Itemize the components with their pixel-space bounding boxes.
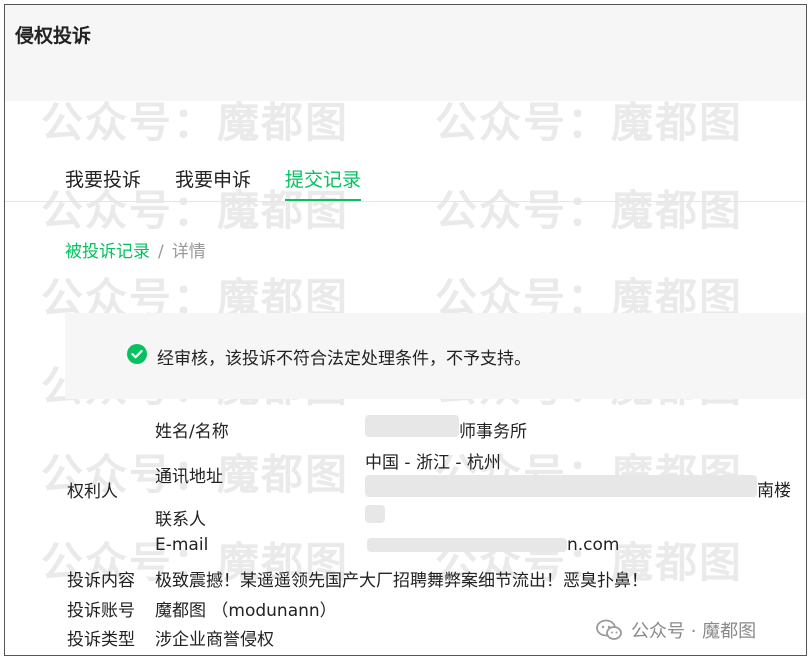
tab-divider bbox=[5, 201, 806, 202]
address-label: 通讯地址 bbox=[155, 467, 223, 487]
page-title: 侵权投诉 bbox=[15, 25, 92, 47]
wechat-icon bbox=[596, 619, 622, 640]
name-value: 师事务所 bbox=[459, 422, 527, 442]
redacted-address bbox=[365, 475, 757, 497]
tab-submission-records[interactable]: 提交记录 bbox=[285, 165, 362, 202]
redacted-name bbox=[365, 415, 459, 437]
tab-label: 提交记录 bbox=[285, 169, 362, 191]
title-bar: 侵权投诉 bbox=[5, 5, 806, 101]
complaint-account-value: 魔都图 （modunann） bbox=[155, 601, 337, 621]
complaint-content-value: 极致震撼！某遥遥领先国产大厂招聘舞弊案细节流出！恶臭扑鼻！ bbox=[155, 571, 648, 591]
brand-text: 公众号 · 魔都图 bbox=[631, 621, 757, 642]
brand-watermark: 公众号 · 魔都图 bbox=[595, 617, 756, 643]
rights-holder-label: 权利人 bbox=[67, 482, 118, 502]
complaint-account-label: 投诉账号 bbox=[67, 601, 135, 621]
name-label: 姓名/名称 bbox=[155, 422, 229, 442]
breadcrumb: 被投诉记录 / 详情 bbox=[65, 237, 206, 262]
breadcrumb-current: 详情 bbox=[171, 242, 206, 262]
complaint-content-label: 投诉内容 bbox=[67, 571, 135, 591]
breadcrumb-link[interactable]: 被投诉记录 bbox=[65, 242, 150, 262]
check-circle-icon bbox=[127, 344, 147, 364]
redacted-email bbox=[367, 538, 567, 552]
breadcrumb-separator: / bbox=[158, 242, 164, 262]
tab-file-appeal[interactable]: 我要申诉 bbox=[175, 165, 251, 192]
contact-label: 联系人 bbox=[155, 510, 206, 530]
complaint-window: 公众号：魔都图 公众号：魔都图 公众号：魔都图 公众号：魔都图 公众号：魔都图 … bbox=[4, 4, 807, 656]
complaint-type-value: 涉企业商誉侵权 bbox=[155, 630, 274, 650]
email-label: E-mail bbox=[155, 535, 209, 555]
address-region: 中国 - 浙江 - 杭州 bbox=[365, 453, 501, 473]
complaint-type-label: 投诉类型 bbox=[67, 630, 135, 650]
tab-file-complaint[interactable]: 我要投诉 bbox=[65, 165, 141, 192]
redacted-contact bbox=[365, 505, 385, 523]
email-value: n.com bbox=[567, 535, 620, 555]
address-value: 南楼 bbox=[757, 481, 791, 501]
review-result-message: 经审核，该投诉不符合法定处理条件，不予支持。 bbox=[157, 349, 531, 369]
review-result-notice: 经审核，该投诉不符合法定处理条件，不予支持。 bbox=[65, 313, 806, 399]
tab-bar: 我要投诉 我要申诉 提交记录 bbox=[5, 153, 806, 203]
